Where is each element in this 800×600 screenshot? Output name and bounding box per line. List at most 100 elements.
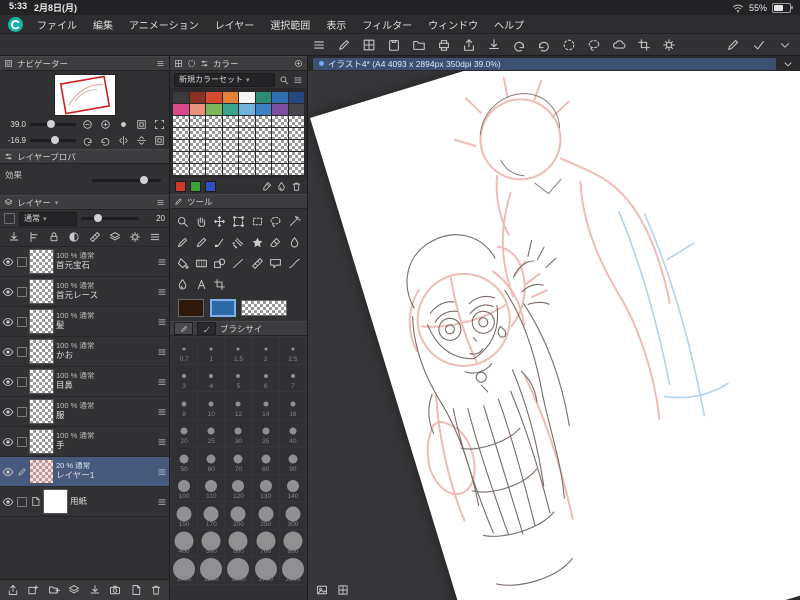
brush-size-600[interactable]: 600 xyxy=(225,529,252,556)
navigator-fit-icon[interactable] xyxy=(154,135,165,146)
canvas-grid-icon[interactable] xyxy=(337,584,349,596)
navigator-fullscreen-icon[interactable] xyxy=(154,119,165,130)
layer-toolbar-ruler-icon[interactable] xyxy=(89,231,101,243)
tool-wand[interactable] xyxy=(285,212,304,231)
transparent-swatch[interactable] xyxy=(239,152,255,163)
tool-move[interactable] xyxy=(210,212,229,231)
brush-size-250[interactable]: 250 xyxy=(252,502,279,529)
tool-droplet[interactable] xyxy=(173,275,192,294)
layer-toolbar-gear-icon[interactable] xyxy=(129,231,141,243)
transparent-swatch[interactable] xyxy=(255,116,271,127)
transparent-swatch[interactable] xyxy=(189,152,205,163)
toolbar-export-icon[interactable] xyxy=(462,38,476,52)
layer-bottom-layers2-icon[interactable] xyxy=(68,584,80,596)
brush-size-300[interactable]: 300 xyxy=(279,502,306,529)
color-droplet-icon[interactable] xyxy=(276,181,287,192)
tool-crop[interactable] xyxy=(210,275,229,294)
brush-size-800[interactable]: 800 xyxy=(279,529,306,556)
layer-bottom-newlayer-icon[interactable] xyxy=(27,584,39,596)
color-swatch-r1-1[interactable] xyxy=(189,92,205,103)
tool-magnifier[interactable] xyxy=(173,212,192,231)
layer-bottom-paper-icon[interactable] xyxy=(130,584,142,596)
color-set-menu-icon[interactable] xyxy=(293,75,303,85)
transparent-swatch[interactable] xyxy=(222,152,238,163)
menu-item-6[interactable]: フィルター xyxy=(354,15,420,33)
expression-color-slider[interactable] xyxy=(92,176,161,184)
navigator-zoom-slider[interactable] xyxy=(30,119,76,128)
brush-size-400[interactable]: 400 xyxy=(171,529,198,556)
brush-size-30[interactable]: 30 xyxy=(225,419,252,446)
brush-size-10[interactable]: 10 xyxy=(198,392,225,419)
brush-size-3[interactable]: 3 xyxy=(171,364,198,391)
toolbar-clipboard-icon[interactable] xyxy=(387,38,401,52)
layer-row-レイヤー1[interactable]: 20 % 通常 レイヤー1 xyxy=(0,457,169,487)
tool-ruler[interactable] xyxy=(248,254,267,273)
transparent-swatch[interactable] xyxy=(288,164,304,175)
layer-toolbar-clip-icon[interactable] xyxy=(28,231,40,243)
brush-size-2[interactable]: 2 xyxy=(252,337,279,364)
toolbar-folder-icon[interactable] xyxy=(412,38,426,52)
color-swatch-r2-1[interactable] xyxy=(189,104,205,115)
color-swatch-r2-3[interactable] xyxy=(222,104,238,115)
menu-item-3[interactable]: レイヤー xyxy=(207,15,263,33)
canvas-viewport[interactable] xyxy=(308,71,800,600)
brush-size-25[interactable]: 25 xyxy=(198,419,225,446)
tool-brush[interactable] xyxy=(210,233,229,252)
clip-studio-logo-icon[interactable] xyxy=(8,16,23,32)
brush-size-1000[interactable]: 1000 xyxy=(171,557,198,584)
color-panel-menu-icon[interactable] xyxy=(294,59,303,68)
transparent-swatch[interactable] xyxy=(173,164,189,175)
transparent-swatch[interactable] xyxy=(222,128,238,139)
toolbar-grid-icon[interactable] xyxy=(362,38,376,52)
tool-gradient[interactable] xyxy=(192,254,211,273)
toolbar-check-icon[interactable] xyxy=(752,38,766,52)
brush-size-130[interactable]: 130 xyxy=(252,474,279,501)
layer-toolbar-layers2-icon[interactable] xyxy=(109,231,121,243)
transparent-swatch[interactable] xyxy=(206,116,222,127)
tool-pen[interactable] xyxy=(173,233,192,252)
toolbar-undo-icon[interactable] xyxy=(512,38,526,52)
layer-row-かお[interactable]: 100 % 通常 かお xyxy=(0,337,169,367)
brush-size-80[interactable]: 80 xyxy=(252,447,279,474)
navigator-fit-icon[interactable] xyxy=(136,119,147,130)
color-swatch-r1-6[interactable] xyxy=(272,92,288,103)
layer-row-服[interactable]: 100 % 通常服 xyxy=(0,397,169,427)
brush-size-1.5[interactable]: 1.5 xyxy=(225,337,252,364)
color-set-dropdown[interactable]: 新規カラーセット ▾ xyxy=(174,72,275,87)
layer-row-menu-icon[interactable] xyxy=(157,317,167,327)
transparent-swatch[interactable] xyxy=(222,116,238,127)
tool-eraser[interactable] xyxy=(267,233,286,252)
brush-size-170[interactable]: 170 xyxy=(198,502,225,529)
color-swatch-r1-4[interactable] xyxy=(239,92,255,103)
toolbar-dash-circle-icon[interactable] xyxy=(562,38,576,52)
brush-size-1700[interactable]: 1700 xyxy=(252,557,279,584)
brush-size-0.7[interactable]: 0.7 xyxy=(171,337,198,364)
layer-toolbar-lock-icon[interactable] xyxy=(48,231,60,243)
tool-select[interactable] xyxy=(248,212,267,231)
transparent-swatch[interactable] xyxy=(272,164,288,175)
layer-thumbnail[interactable] xyxy=(30,310,53,333)
brush-size-100[interactable]: 100 xyxy=(171,474,198,501)
toolbar-cloud-icon[interactable] xyxy=(612,38,626,52)
color-trash-icon[interactable] xyxy=(291,181,302,192)
transparent-swatch[interactable] xyxy=(189,164,205,175)
layer-bottom-import-icon[interactable] xyxy=(89,584,101,596)
color-swatch-r2-2[interactable] xyxy=(206,104,222,115)
drawing-canvas[interactable] xyxy=(310,71,800,600)
layer-panel-menu-icon[interactable] xyxy=(156,198,165,207)
brush-size-150[interactable]: 150 xyxy=(171,502,198,529)
layer-visibility-eye-icon[interactable] xyxy=(2,286,14,298)
color-swatch-r2-0[interactable] xyxy=(173,104,189,115)
transparent-swatch[interactable] xyxy=(173,152,189,163)
brush-size-70[interactable]: 70 xyxy=(225,447,252,474)
toolbar-printer-icon[interactable] xyxy=(437,38,451,52)
transparent-swatch[interactable] xyxy=(288,152,304,163)
blend-mode-dropdown[interactable]: 通常 ▾ xyxy=(19,211,77,226)
transparent-color-swatch[interactable] xyxy=(242,301,286,315)
transparent-swatch[interactable] xyxy=(239,164,255,175)
layer-checkbox[interactable] xyxy=(17,406,27,417)
layer-thumbnail[interactable] xyxy=(44,490,67,513)
transparent-swatch[interactable] xyxy=(222,164,238,175)
layer-thumbnail[interactable] xyxy=(30,400,53,423)
color-swatch-r1-2[interactable] xyxy=(206,92,222,103)
